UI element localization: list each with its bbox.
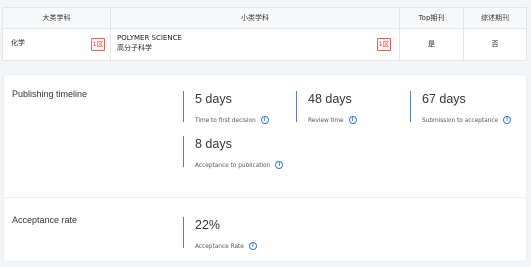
acceptance-rate-title: Acceptance rate bbox=[12, 215, 78, 225]
metric-label: Review time bbox=[308, 118, 344, 124]
journal-metrics-panel: Publishing timeline 5 days Time to first… bbox=[4, 75, 526, 261]
section-divider bbox=[4, 197, 526, 198]
table-row: 化学 1区 POLYMER SCIENCE 高分子科学 1区 是 否 bbox=[3, 28, 526, 60]
metric-value: 67 days bbox=[422, 92, 466, 106]
metric-review-time: 48 days Review time i bbox=[296, 91, 357, 124]
info-circle-icon[interactable]: i bbox=[503, 116, 512, 124]
info-circle-icon[interactable]: i bbox=[348, 116, 357, 124]
metric-acceptance-rate: 22% Acceptance Rate i bbox=[183, 217, 257, 250]
major-category-name: 化学 bbox=[11, 39, 25, 47]
metric-label: Acceptance Rate bbox=[195, 244, 244, 250]
classification-table: 大类学科 小类学科 Top期刊 综述期刊 化学 1区 POLYMER SCIEN… bbox=[2, 7, 527, 61]
minor-category-cell: POLYMER SCIENCE 高分子科学 1区 bbox=[111, 28, 400, 60]
minor-category-chinese: 高分子科学 bbox=[117, 44, 152, 52]
major-zone-badge: 1区 bbox=[91, 38, 105, 51]
metric-label: Acceptance to publication bbox=[195, 163, 271, 169]
header-minor-category: 小类学科 bbox=[111, 8, 400, 28]
metric-value: 48 days bbox=[308, 92, 352, 106]
metric-time-to-first-decision: 5 days Time to first decision i bbox=[183, 91, 269, 124]
minor-category-english: POLYMER SCIENCE bbox=[117, 34, 182, 42]
metric-value: 22% bbox=[195, 218, 221, 232]
metric-acceptance-to-publication: 8 days Acceptance to publication i bbox=[183, 136, 284, 169]
info-circle-icon[interactable]: i bbox=[275, 161, 284, 169]
header-review-journal: 综述期刊 bbox=[481, 14, 509, 22]
top-journal-value: 是 bbox=[400, 28, 464, 60]
info-circle-icon[interactable]: i bbox=[260, 116, 269, 124]
header-major-category: 大类学科 bbox=[3, 8, 111, 28]
metric-value: 8 days bbox=[195, 137, 232, 151]
header-top-journal: Top期刊 bbox=[400, 8, 464, 28]
major-category-cell: 化学 1区 bbox=[3, 28, 111, 60]
publishing-timeline-title: Publishing timeline bbox=[12, 89, 88, 99]
metric-submission-to-acceptance: 67 days Submission to acceptance i bbox=[410, 91, 512, 124]
review-journal-value: 否 bbox=[491, 40, 499, 48]
metric-label: Time to first decision bbox=[195, 118, 256, 124]
info-circle-icon[interactable]: i bbox=[248, 242, 257, 250]
metric-label: Submission to acceptance bbox=[422, 118, 499, 124]
table-header-row: 大类学科 小类学科 Top期刊 综述期刊 bbox=[3, 8, 526, 29]
metric-value: 5 days bbox=[195, 92, 232, 106]
minor-zone-badge: 1区 bbox=[377, 38, 391, 51]
